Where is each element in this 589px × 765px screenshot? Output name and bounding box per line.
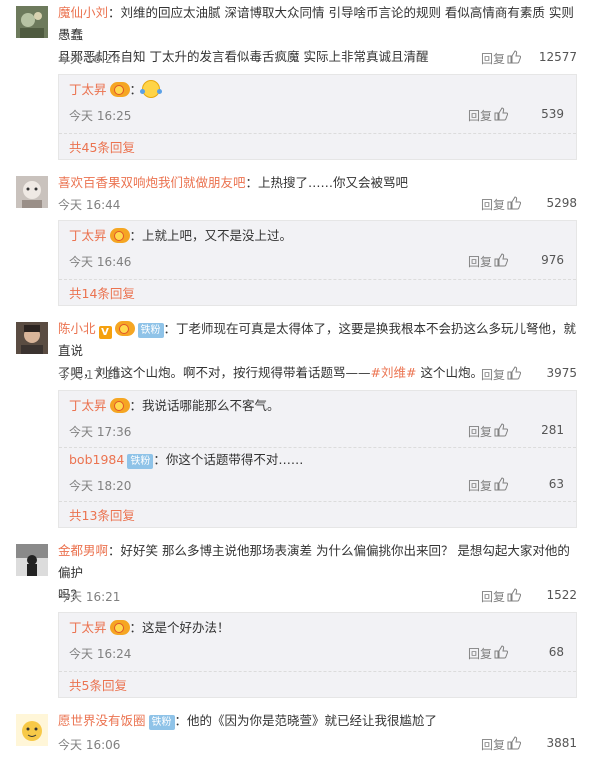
divider bbox=[59, 279, 576, 280]
more-replies-link[interactable]: 共14条回复 bbox=[69, 283, 135, 302]
divider bbox=[59, 671, 576, 672]
fan-badge: 铁粉 bbox=[127, 454, 154, 469]
timestamp: 今天 16:46 bbox=[69, 255, 132, 269]
username[interactable]: 金都男啊 bbox=[58, 543, 108, 558]
reply-button[interactable]: 回复 bbox=[468, 645, 492, 662]
like-count: 68 bbox=[548, 645, 564, 659]
reply-item: 丁太昇 ：这是个好办法！ 今天 16:24 回复 68 bbox=[69, 620, 564, 662]
like-icon[interactable] bbox=[494, 253, 509, 267]
username[interactable]: 魔仙小刘 bbox=[58, 5, 108, 20]
username[interactable]: bob1984 bbox=[69, 452, 124, 467]
reply-button[interactable]: 回复 bbox=[481, 50, 505, 67]
reply-item: bob1984 铁粉 ：你这个话题带得不对…… 今天 18:20 回复 63 bbox=[69, 452, 564, 494]
like-count: 539 bbox=[541, 107, 564, 121]
more-replies-link[interactable]: 共13条回复 bbox=[69, 505, 135, 524]
comment-meta: 今天 16:21 回复 1522 bbox=[58, 586, 577, 606]
username[interactable]: 丁太昇 bbox=[69, 620, 107, 635]
like-icon[interactable] bbox=[494, 645, 509, 659]
username[interactable]: 丁太昇 bbox=[69, 228, 107, 243]
avatar[interactable] bbox=[16, 544, 48, 576]
timestamp: 今天 16:24 bbox=[58, 52, 121, 66]
avatar[interactable] bbox=[16, 322, 48, 354]
timestamp: 今天 17:36 bbox=[69, 425, 132, 439]
verified-badge-icon bbox=[109, 228, 130, 243]
like-icon[interactable] bbox=[507, 50, 522, 64]
comment: 魔仙小刘：刘维的回应太油腻 深谙博取大众同情 引导啥币言论的规则 看似高情商有素… bbox=[0, 0, 589, 166]
verified-badge-icon bbox=[109, 398, 130, 413]
reply-box: 丁太昇： 今天 16:25 回复 539 共45条回复 bbox=[58, 74, 577, 160]
reply-button[interactable]: 回复 bbox=[468, 477, 492, 494]
more-replies-link[interactable]: 共5条回复 bbox=[69, 675, 127, 694]
reply-button[interactable]: 回复 bbox=[468, 423, 492, 440]
username[interactable]: 愿世界没有饭圈 bbox=[58, 713, 146, 728]
timestamp: 今天 16:21 bbox=[58, 590, 121, 604]
verified-badge-icon bbox=[109, 82, 130, 97]
reply-button[interactable]: 回复 bbox=[481, 736, 505, 753]
username[interactable]: 丁太昇 bbox=[69, 82, 107, 97]
comment-meta: 今天 17:13 回复 3975 bbox=[58, 364, 577, 384]
like-icon[interactable] bbox=[494, 477, 509, 491]
comment-text: 愿世界没有饭圈 铁粉 ：他的《因为你是范晓萱》就已经让我很尴尬了 bbox=[58, 713, 438, 730]
verified-badge-icon bbox=[109, 620, 130, 635]
reply-box: 丁太昇 ：我说话哪能那么不客气。 今天 17:36 回复 281 bob1984 铁… bbox=[58, 390, 577, 528]
timestamp: 今天 16:06 bbox=[58, 738, 121, 752]
fan-badge: 铁粉 bbox=[137, 323, 164, 338]
like-count: 1522 bbox=[546, 588, 577, 602]
verified-v-icon: V bbox=[98, 326, 112, 339]
reply-box: 丁太昇 ：这是个好办法！ 今天 16:24 回复 68 共5条回复 bbox=[58, 612, 577, 698]
reply-item: 丁太昇 ：我说话哪能那么不客气。 今天 17:36 回复 281 bbox=[69, 398, 564, 440]
reply-button[interactable]: 回复 bbox=[468, 107, 492, 124]
reply-button[interactable]: 回复 bbox=[468, 253, 492, 270]
divider bbox=[59, 501, 576, 502]
divider bbox=[59, 447, 576, 448]
timestamp: 今天 18:20 bbox=[69, 479, 132, 493]
avatar[interactable] bbox=[16, 6, 48, 38]
comment: 金都男啊：好好笑 那么多博主说他那场表演差 为什么偏偏挑你出来回？ 是想勾起大家… bbox=[0, 538, 589, 698]
username[interactable]: 丁太昇 bbox=[69, 398, 107, 413]
comment-meta: 今天 16:06 回复 3881 bbox=[58, 734, 577, 754]
emoji-icon bbox=[140, 80, 163, 98]
avatar[interactable] bbox=[16, 176, 48, 208]
avatar[interactable] bbox=[16, 714, 48, 746]
fan-badge: 铁粉 bbox=[148, 715, 175, 730]
timestamp: 今天 17:13 bbox=[58, 368, 121, 382]
comment-meta: 今天 16:44 回复 5298 bbox=[58, 194, 577, 214]
like-count: 5298 bbox=[546, 196, 577, 210]
like-icon[interactable] bbox=[494, 107, 509, 121]
reply-button[interactable]: 回复 bbox=[481, 588, 505, 605]
timestamp: 今天 16:24 bbox=[69, 647, 132, 661]
reply-item: 丁太昇： 今天 16:25 回复 539 bbox=[69, 80, 564, 124]
username[interactable]: 喜欢百香果双响炮我们就做朋友吧 bbox=[58, 175, 246, 190]
comment: 陈小北 V 铁粉 ：丁老师现在可真是太得体了，这要是换我根本不会扔这么多玩儿弩他，就直… bbox=[0, 316, 589, 530]
comment-text: 喜欢百香果双响炮我们就做朋友吧：上热搜了……你又会被骂吧 bbox=[58, 175, 409, 190]
like-icon[interactable] bbox=[507, 736, 522, 750]
like-count: 12577 bbox=[538, 50, 577, 64]
comment: 愿世界没有饭圈 铁粉 ：他的《因为你是范晓萱》就已经让我很尴尬了 今天 16:06 … bbox=[0, 708, 589, 764]
like-icon[interactable] bbox=[507, 196, 522, 210]
like-count: 3881 bbox=[546, 736, 577, 750]
like-icon[interactable] bbox=[507, 366, 522, 380]
vip-badge-icon bbox=[114, 321, 135, 336]
like-count: 3975 bbox=[546, 366, 577, 380]
like-icon[interactable] bbox=[494, 423, 509, 437]
username[interactable]: 陈小北 bbox=[58, 321, 96, 336]
comment: 喜欢百香果双响炮我们就做朋友吧：上热搜了……你又会被骂吧 今天 16:44 回复… bbox=[0, 170, 589, 310]
comment-meta: 今天 16:24 回复 12577 bbox=[58, 48, 577, 68]
reply-box: 丁太昇 ：上就上吧，又不是没上过。 今天 16:46 回复 976 共14条回复 bbox=[58, 220, 577, 306]
reply-button[interactable]: 回复 bbox=[481, 366, 505, 383]
reply-button[interactable]: 回复 bbox=[481, 196, 505, 213]
timestamp: 今天 16:44 bbox=[58, 198, 121, 212]
like-count: 976 bbox=[541, 253, 564, 267]
like-icon[interactable] bbox=[507, 588, 522, 602]
like-count: 63 bbox=[548, 477, 564, 491]
divider bbox=[59, 133, 576, 134]
reply-item: 丁太昇 ：上就上吧，又不是没上过。 今天 16:46 回复 976 bbox=[69, 228, 564, 270]
timestamp: 今天 16:25 bbox=[69, 109, 132, 123]
like-count: 281 bbox=[541, 423, 564, 437]
more-replies-link[interactable]: 共45条回复 bbox=[69, 137, 135, 156]
